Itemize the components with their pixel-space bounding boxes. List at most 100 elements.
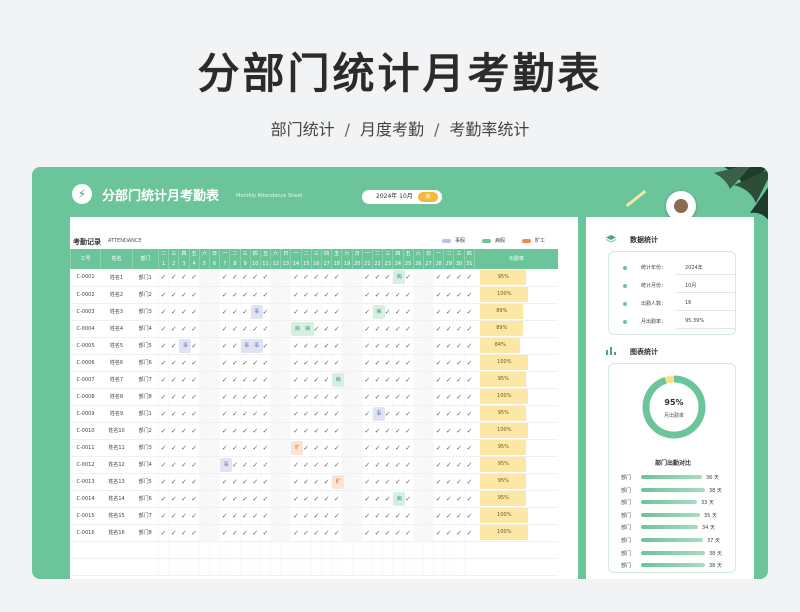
cell-weekend[interactable] <box>351 473 363 491</box>
cell-present[interactable]: ✓ <box>371 524 383 542</box>
cell-present[interactable]: ✓ <box>361 439 373 457</box>
cell-present[interactable]: ✓ <box>453 422 465 440</box>
cell-dept[interactable]: 部门5 <box>132 337 159 355</box>
cell-dept[interactable]: 部门5 <box>132 473 159 491</box>
cell-present[interactable]: ✓ <box>392 286 403 304</box>
cell-present[interactable]: ✓ <box>331 422 342 440</box>
cell-rate[interactable]: 95% <box>474 439 559 457</box>
cell-id[interactable]: C-0011 <box>70 439 101 457</box>
cell-weekend[interactable] <box>341 490 353 508</box>
cell-present[interactable]: ✓ <box>402 354 414 372</box>
cell-present[interactable]: ✓ <box>188 422 200 440</box>
cell-present[interactable]: ✓ <box>219 337 230 355</box>
cell-present[interactable]: ✓ <box>249 439 261 457</box>
cell-present[interactable]: ✓ <box>392 473 403 491</box>
cell-dept[interactable]: 部门8 <box>132 388 159 406</box>
cell-absence[interactable]: 病 <box>331 371 345 389</box>
cell-weekend[interactable] <box>280 371 291 389</box>
cell-present[interactable]: ✓ <box>331 405 342 423</box>
cell-weekend[interactable] <box>198 456 210 474</box>
cell-weekend[interactable] <box>280 320 291 338</box>
cell-present[interactable]: ✓ <box>188 269 200 287</box>
cell-present[interactable]: ✓ <box>229 286 240 304</box>
cell-rate[interactable]: 100% <box>474 388 559 406</box>
cell-weekend[interactable] <box>208 473 220 491</box>
cell-present[interactable]: ✓ <box>249 371 261 389</box>
cell-present[interactable]: ✓ <box>320 490 332 508</box>
cell-weekend[interactable] <box>280 473 291 491</box>
cell-weekend[interactable] <box>412 490 424 508</box>
cell-dept[interactable]: 部门2 <box>132 286 159 304</box>
cell-present[interactable]: ✓ <box>371 456 383 474</box>
cell-present[interactable]: ✓ <box>290 303 302 321</box>
cell-present[interactable]: ✓ <box>219 422 230 440</box>
cell-present[interactable]: ✓ <box>433 303 444 321</box>
cell-present[interactable]: ✓ <box>371 337 383 355</box>
cell-present[interactable]: ✓ <box>229 507 240 525</box>
cell-weekend[interactable] <box>341 524 353 542</box>
cell-id[interactable]: C-0016 <box>70 524 101 542</box>
cell-present[interactable]: ✓ <box>219 371 230 389</box>
cell-present[interactable]: ✓ <box>310 422 322 440</box>
cell-present[interactable]: ✓ <box>433 422 444 440</box>
cell-present[interactable]: ✓ <box>361 303 373 321</box>
cell-rate[interactable]: 100% <box>474 422 559 440</box>
cell-weekend[interactable] <box>412 303 424 321</box>
cell-present[interactable]: ✓ <box>219 524 230 542</box>
cell-present[interactable]: ✓ <box>402 524 414 542</box>
cell-absence[interactable]: 事 <box>249 337 263 355</box>
cell-weekend[interactable] <box>422 422 434 440</box>
cell-weekend[interactable] <box>341 422 353 440</box>
cell-id[interactable]: C-0002 <box>70 286 101 304</box>
cell-dept[interactable]: 部门3 <box>132 303 159 321</box>
cell-present[interactable]: ✓ <box>463 507 475 525</box>
cell-present[interactable]: ✓ <box>259 320 271 338</box>
cell-present[interactable]: ✓ <box>259 473 271 491</box>
cell-absence[interactable]: 病 <box>290 320 304 338</box>
cell-weekend[interactable] <box>270 269 281 287</box>
cell-present[interactable]: ✓ <box>443 405 454 423</box>
cell-present[interactable]: ✓ <box>300 422 312 440</box>
cell-rate[interactable]: 100% <box>474 507 559 525</box>
cell-present[interactable]: ✓ <box>157 405 169 423</box>
cell-present[interactable]: ✓ <box>320 303 332 321</box>
cell-present[interactable]: ✓ <box>188 388 200 406</box>
cell-present[interactable]: ✓ <box>463 439 475 457</box>
cell-present[interactable]: ✓ <box>290 405 302 423</box>
cell-weekend[interactable] <box>208 286 220 304</box>
cell-present[interactable]: ✓ <box>361 286 373 304</box>
cell-present[interactable]: ✓ <box>157 286 169 304</box>
cell-present[interactable]: ✓ <box>402 422 414 440</box>
cell-present[interactable]: ✓ <box>300 456 312 474</box>
cell-present[interactable]: ✓ <box>168 388 179 406</box>
cell-present[interactable]: ✓ <box>443 354 454 372</box>
cell-present[interactable]: ✓ <box>168 371 179 389</box>
cell-present[interactable]: ✓ <box>402 371 414 389</box>
cell-present[interactable]: ✓ <box>157 371 169 389</box>
cell-present[interactable]: ✓ <box>331 303 342 321</box>
cell-present[interactable]: ✓ <box>463 473 475 491</box>
cell-present[interactable]: ✓ <box>290 456 302 474</box>
cell-present[interactable]: ✓ <box>239 524 251 542</box>
cell-absence[interactable]: 病 <box>392 490 406 508</box>
cell-weekend[interactable] <box>422 388 434 406</box>
cell-id[interactable]: C-0007 <box>70 371 101 389</box>
cell-present[interactable]: ✓ <box>382 507 393 525</box>
cell-present[interactable]: ✓ <box>188 456 200 474</box>
cell-present[interactable]: ✓ <box>382 371 393 389</box>
cell-present[interactable]: ✓ <box>168 337 179 355</box>
cell-present[interactable]: ✓ <box>463 303 475 321</box>
cell-weekend[interactable] <box>198 303 210 321</box>
cell-weekend[interactable] <box>412 524 424 542</box>
cell-present[interactable]: ✓ <box>433 371 444 389</box>
cell-absence[interactable]: 事 <box>239 337 253 355</box>
cell-present[interactable]: ✓ <box>300 405 312 423</box>
cell-present[interactable]: ✓ <box>382 269 393 287</box>
cell-present[interactable]: ✓ <box>229 422 240 440</box>
cell-weekend[interactable] <box>280 422 291 440</box>
table-row[interactable]: C-0009 姓名9 部门1 ✓ ✓ ✓ ✓ ✓ ✓ ✓ ✓ ✓ ✓ ✓ ✓ ✓ ✓ ✓ 事 ✓ ✓ ✓ ✓ ✓ ✓ ✓ 95% <box>70 405 559 423</box>
cell-rate[interactable]: 95% <box>474 405 559 423</box>
cell-present[interactable]: ✓ <box>392 320 403 338</box>
cell-present[interactable]: ✓ <box>300 524 312 542</box>
cell-present[interactable]: ✓ <box>310 490 322 508</box>
